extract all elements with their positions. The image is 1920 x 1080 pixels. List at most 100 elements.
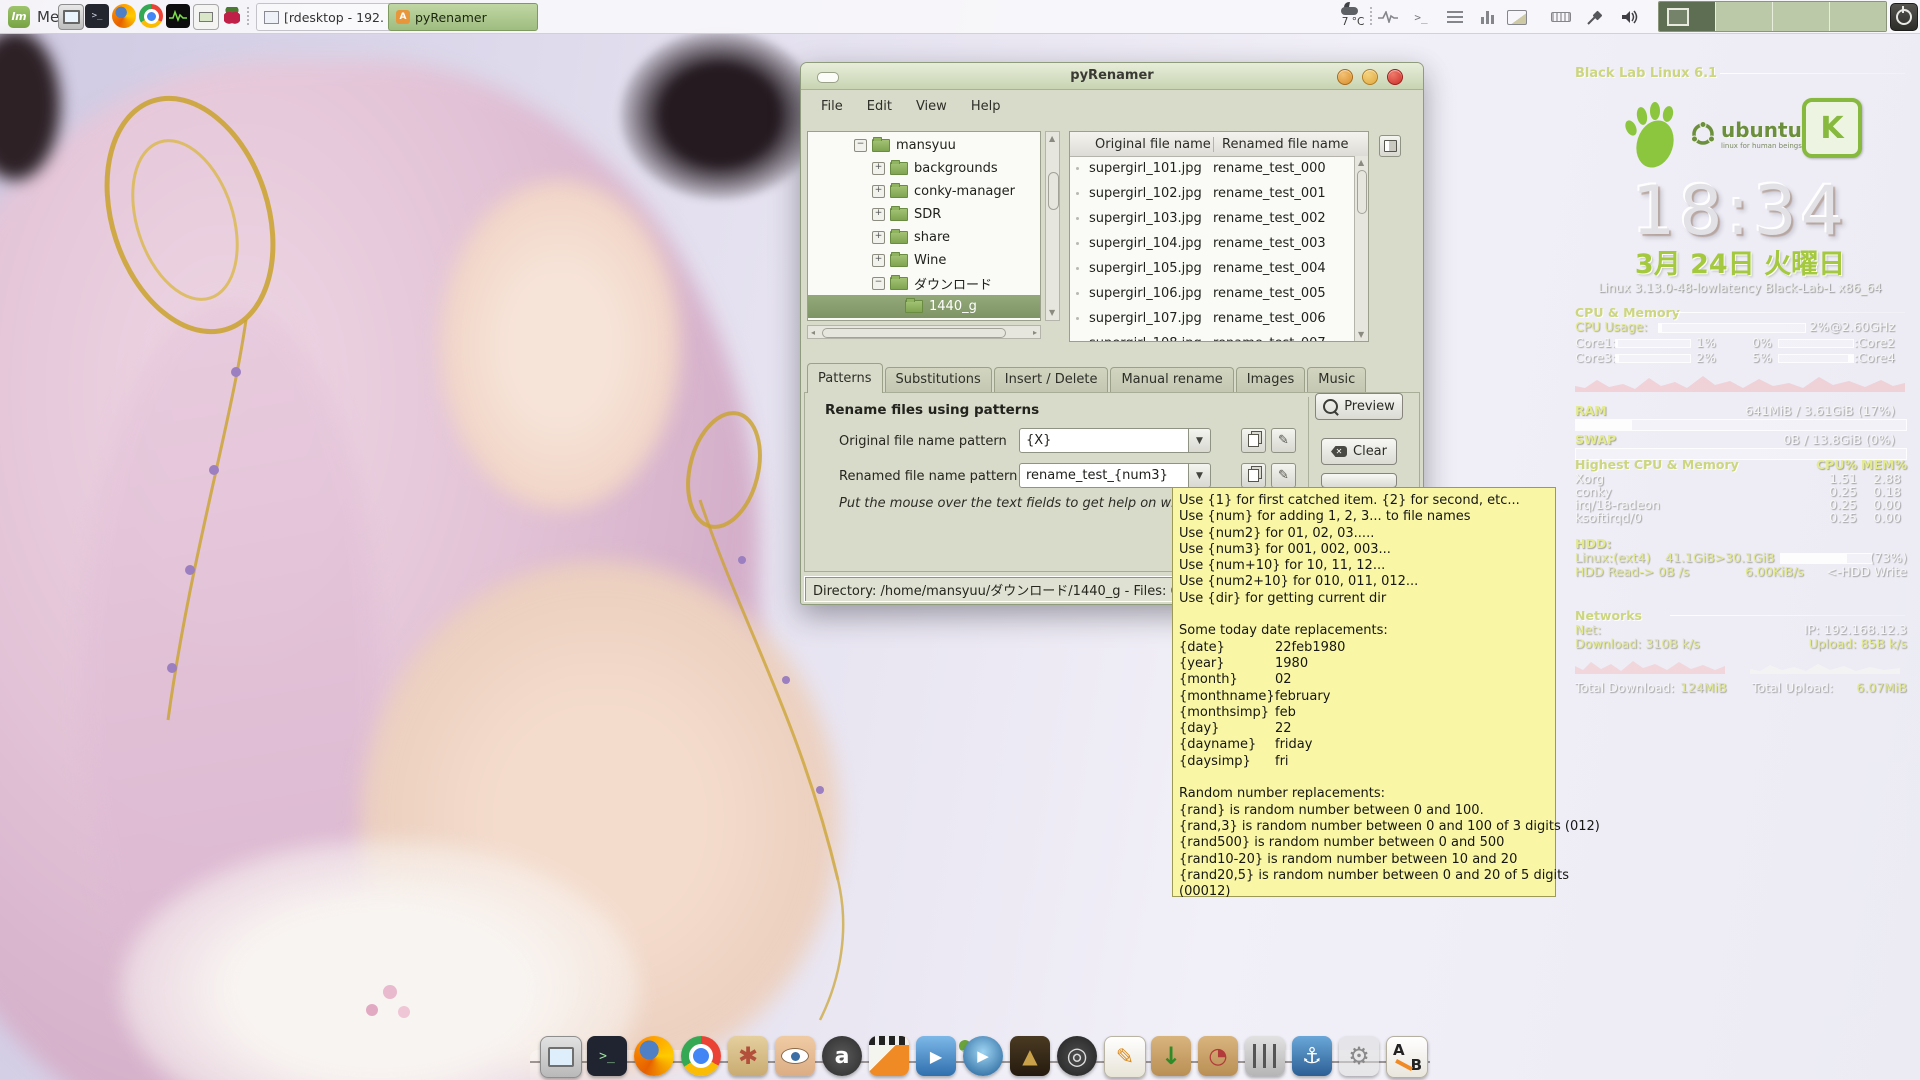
file-row[interactable]: supergirl_107.jpgrename_test_006 xyxy=(1070,306,1368,331)
tree-vertical-scrollbar[interactable]: ▲ ▼ xyxy=(1045,131,1060,321)
maximize-button[interactable] xyxy=(1362,69,1378,85)
dock-package-stats-icon[interactable]: ◔ xyxy=(1198,1036,1238,1076)
clear-button[interactable]: ✕ Clear xyxy=(1321,438,1397,465)
tree-item-conky-manager[interactable]: + conky-manager xyxy=(808,180,1041,203)
preview-button[interactable]: Preview xyxy=(1315,393,1403,420)
collapse-icon[interactable]: − xyxy=(872,277,885,290)
bar-chart-icon[interactable] xyxy=(1476,6,1498,28)
scrollbar-thumb[interactable] xyxy=(1048,172,1059,210)
pattern-edit-button[interactable]: ✎ xyxy=(1271,463,1296,488)
dock-video-editor-icon[interactable] xyxy=(869,1036,909,1076)
launcher-terminal-icon[interactable]: >_ xyxy=(85,4,109,28)
expand-icon[interactable]: + xyxy=(872,185,885,198)
scroll-left-icon[interactable]: ◂ xyxy=(811,329,815,337)
expand-icon[interactable]: + xyxy=(872,231,885,244)
collapse-icon[interactable]: − xyxy=(854,139,867,152)
keyboard-icon[interactable] xyxy=(1550,6,1572,28)
launcher-multimeter-icon[interactable] xyxy=(193,4,219,30)
tree-item-1440g-selected[interactable]: 1440_g xyxy=(808,295,1041,318)
dock-video-player-icon[interactable]: ▶ xyxy=(916,1036,956,1076)
dock-anchor-icon[interactable]: ⚓ xyxy=(1292,1036,1332,1076)
tree-item-downloads[interactable]: − ダウンロード xyxy=(808,272,1041,295)
menu-lines-icon[interactable] xyxy=(1444,6,1466,28)
close-button[interactable] xyxy=(1387,69,1403,85)
dock-computer-icon[interactable] xyxy=(540,1036,582,1078)
menu-file[interactable]: File xyxy=(811,95,853,118)
workspace-4[interactable] xyxy=(1830,2,1886,31)
file-row[interactable]: supergirl_105.jpgrename_test_004 xyxy=(1070,256,1368,281)
tree-item-share[interactable]: + share xyxy=(808,226,1041,249)
dock-firefox-icon[interactable] xyxy=(634,1036,674,1076)
scroll-down-icon[interactable]: ▼ xyxy=(1049,309,1055,317)
minimize-button[interactable] xyxy=(1337,69,1353,85)
dock-amarok-icon[interactable]: a xyxy=(822,1036,862,1076)
menu-help[interactable]: Help xyxy=(961,95,1011,118)
dock-arch-viewer-icon[interactable]: ▲ xyxy=(1010,1036,1050,1076)
menu-edit[interactable]: Edit xyxy=(857,95,902,118)
tree-item-wine[interactable]: + Wine xyxy=(808,249,1041,272)
workspace-switcher[interactable] xyxy=(1658,1,1887,32)
dock-paint-icon[interactable]: ✱ xyxy=(728,1036,768,1076)
scrollbar-thumb[interactable] xyxy=(1357,170,1367,214)
taskbar-rdesktop[interactable]: [rdesktop - 192.168.... xyxy=(256,3,392,31)
dock-rename-ab-icon[interactable]: A B xyxy=(1386,1036,1428,1078)
pulse-monitor-icon[interactable] xyxy=(1377,6,1399,28)
file-row[interactable]: supergirl_101.jpgrename_test_000 xyxy=(1070,156,1368,181)
column-original[interactable]: Original file name xyxy=(1070,137,1213,152)
expand-icon[interactable]: + xyxy=(872,254,885,267)
workspace-3[interactable] xyxy=(1773,2,1830,31)
weather-applet[interactable]: 7 °C xyxy=(1335,1,1371,28)
rename-button-partial[interactable] xyxy=(1321,473,1397,488)
dock-eye-icon[interactable] xyxy=(775,1036,815,1076)
tab-images[interactable]: Images xyxy=(1236,367,1306,393)
dock-chrome-icon[interactable] xyxy=(681,1036,721,1076)
launcher-firefox-icon[interactable] xyxy=(112,4,136,28)
launcher-computer-icon[interactable] xyxy=(58,4,84,30)
tab-manual-rename[interactable]: Manual rename xyxy=(1110,367,1233,393)
original-pattern-dropdown[interactable]: ▼ xyxy=(1189,428,1211,453)
scroll-down-icon[interactable]: ▼ xyxy=(1358,331,1364,339)
pattern-copy-button[interactable] xyxy=(1241,463,1266,488)
dock-notes-icon[interactable]: ✎ xyxy=(1104,1036,1146,1078)
pattern-edit-button[interactable]: ✎ xyxy=(1271,428,1296,453)
tree-item-backgrounds[interactable]: + backgrounds xyxy=(808,157,1041,180)
tab-insert-delete[interactable]: Insert / Delete xyxy=(994,367,1109,393)
file-row[interactable]: supergirl_106.jpgrename_test_005 xyxy=(1070,281,1368,306)
scroll-up-icon[interactable]: ▲ xyxy=(1049,135,1055,143)
menu-view[interactable]: View xyxy=(906,95,957,118)
expand-icon[interactable]: + xyxy=(872,162,885,175)
file-row[interactable]: supergirl_103.jpgrename_test_002 xyxy=(1070,206,1368,231)
pattern-copy-button[interactable] xyxy=(1241,428,1266,453)
expand-icon[interactable]: + xyxy=(872,208,885,221)
tree-horizontal-scrollbar[interactable]: ◂ ▸ xyxy=(807,325,1041,339)
workspace-2[interactable] xyxy=(1716,2,1773,31)
window-titlebar[interactable]: pyRenamer xyxy=(801,63,1423,90)
dock-terminal-icon[interactable]: >_ xyxy=(587,1036,627,1076)
tab-patterns[interactable]: Patterns xyxy=(807,363,883,393)
power-button[interactable] xyxy=(1890,3,1918,31)
tab-music[interactable]: Music xyxy=(1307,367,1366,393)
scrollbar-thumb[interactable] xyxy=(822,328,1006,338)
list-options-button[interactable] xyxy=(1379,135,1401,157)
launcher-chrome-icon[interactable] xyxy=(139,4,163,28)
dock-package-installer-icon[interactable]: ↓ xyxy=(1151,1036,1191,1076)
launcher-raspberry-icon[interactable] xyxy=(220,4,244,28)
tree-item-sdr[interactable]: + SDR xyxy=(808,203,1041,226)
renamed-pattern-input[interactable] xyxy=(1019,463,1189,488)
image-viewer-icon[interactable] xyxy=(1506,6,1528,28)
volume-icon[interactable] xyxy=(1620,6,1642,28)
column-renamed[interactable]: Renamed file name xyxy=(1213,137,1349,152)
file-row[interactable]: supergirl_104.jpgrename_test_003 xyxy=(1070,231,1368,256)
list-vertical-scrollbar[interactable]: ▲ ▼ xyxy=(1354,156,1368,342)
tab-substitutions[interactable]: Substitutions xyxy=(885,367,992,393)
dock-camera-icon[interactable]: ◎ xyxy=(1057,1036,1097,1076)
plug-icon[interactable] xyxy=(1584,6,1606,28)
launcher-oscilloscope-icon[interactable] xyxy=(166,4,190,28)
file-row[interactable]: supergirl_102.jpgrename_test_001 xyxy=(1070,181,1368,206)
renamed-pattern-dropdown[interactable]: ▼ xyxy=(1189,463,1211,488)
scroll-right-icon[interactable]: ▸ xyxy=(1033,329,1037,337)
terminal-tray-icon[interactable]: >_ xyxy=(1410,6,1432,28)
dock-mixer-icon[interactable] xyxy=(1245,1036,1285,1076)
dock-gears-icon[interactable]: ⚙ xyxy=(1339,1036,1379,1076)
tree-item-mansyuu[interactable]: − mansyuu xyxy=(808,134,1041,157)
